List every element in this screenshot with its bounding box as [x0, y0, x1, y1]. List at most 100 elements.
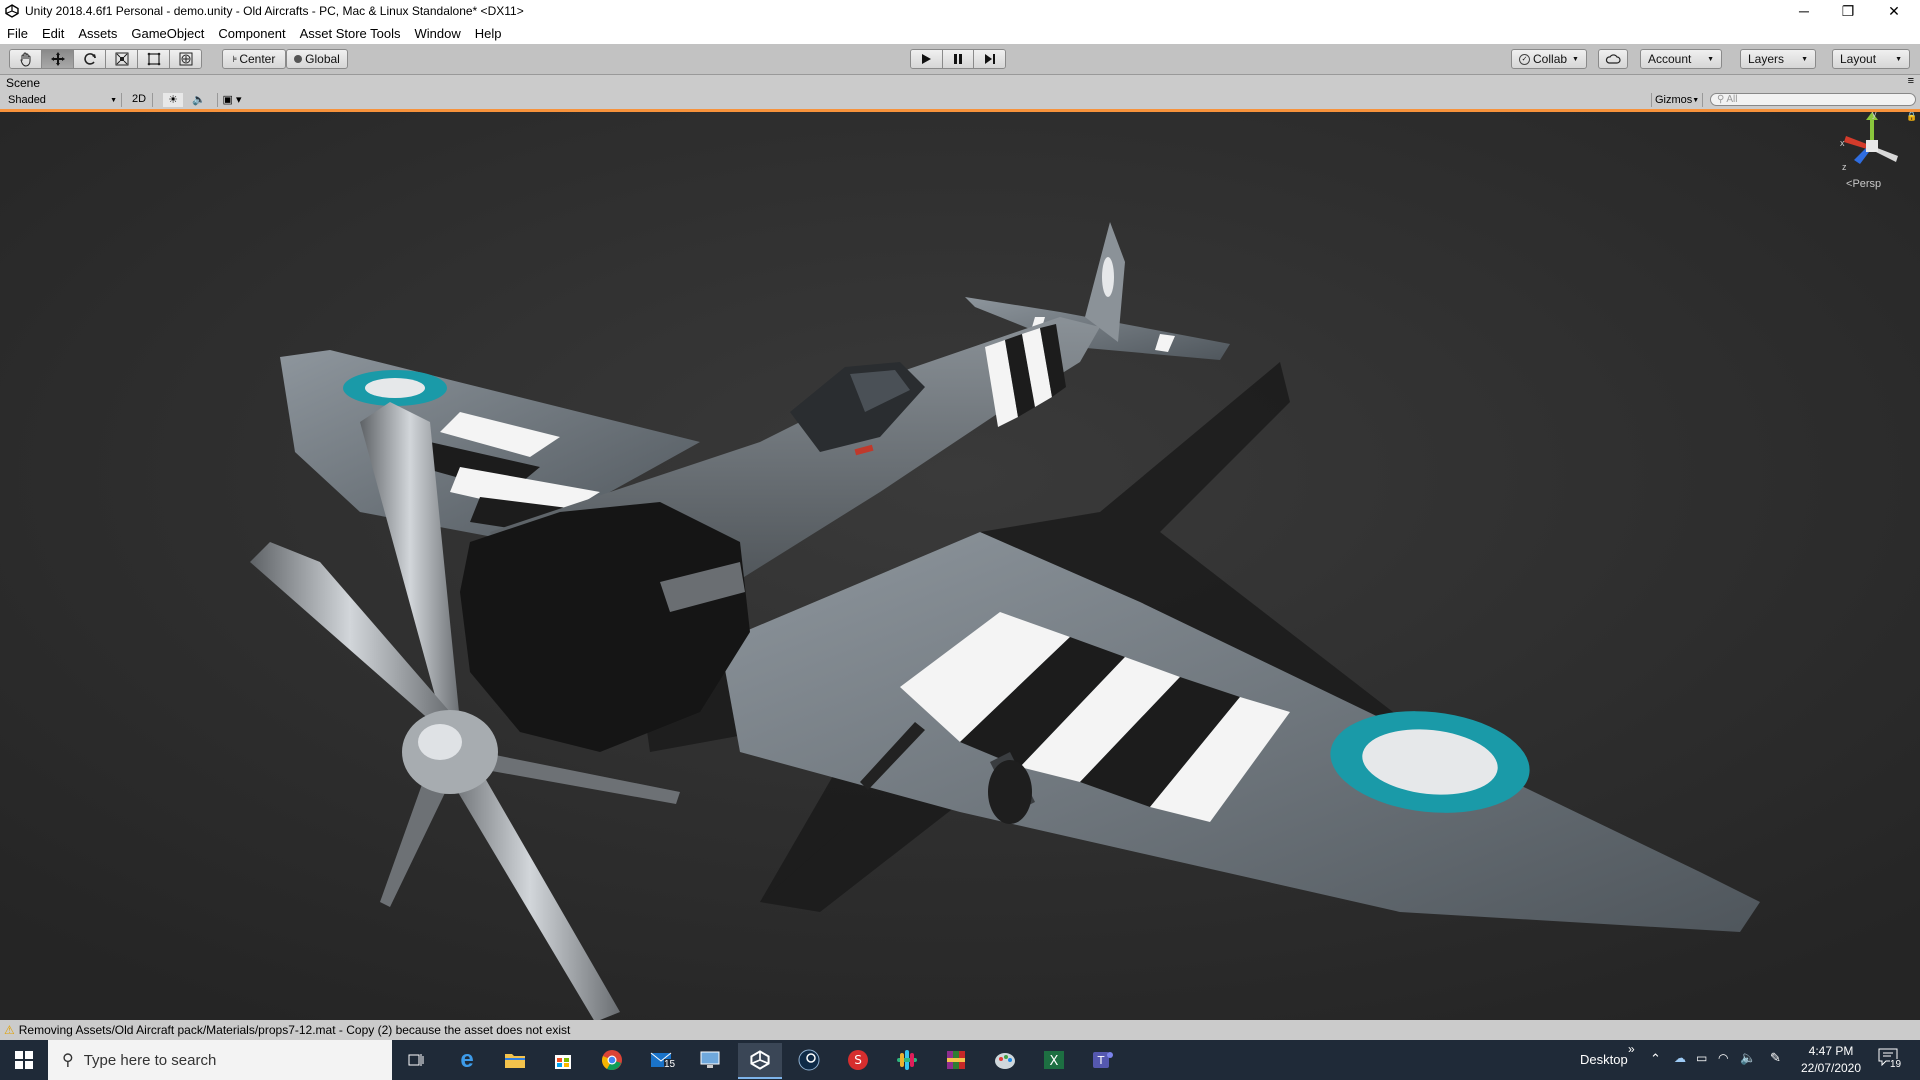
task-view-icon[interactable] — [402, 1045, 432, 1075]
status-bar[interactable]: ⚠ Removing Assets/Old Aircraft pack/Mate… — [0, 1020, 1920, 1040]
2d-toggle-button[interactable]: 2D — [126, 93, 153, 107]
transform-tool-button[interactable] — [170, 50, 201, 68]
pivot-center-label: Center — [239, 52, 276, 66]
dropdown-arrow-icon: ▼ — [110, 96, 117, 104]
gizmos-dropdown[interactable]: Gizmos ▼ — [1651, 93, 1703, 107]
gizmos-label: Gizmos — [1655, 94, 1693, 106]
account-dropdown[interactable]: Account ▼ — [1640, 49, 1722, 69]
svg-text:S: S — [854, 1053, 862, 1067]
pen-workspace-icon[interactable]: ✎ — [1770, 1050, 1781, 1066]
windows-taskbar: ⚲ Type here to search e 15 S X T Desktop… — [0, 1040, 1920, 1080]
pivot-center-button[interactable]: ⊧ Center — [222, 49, 286, 69]
scale-icon — [115, 52, 128, 66]
rect-tool-button[interactable] — [138, 50, 170, 68]
pivot-global-label: Global — [305, 52, 340, 66]
paint-icon[interactable] — [990, 1045, 1020, 1075]
clock-time: 4:47 PM — [1808, 1044, 1854, 1058]
transform-tools — [9, 49, 202, 69]
microsoft-store-icon[interactable] — [548, 1045, 578, 1075]
lighting-toggle-icon[interactable]: ☀ — [163, 93, 183, 107]
steam-icon[interactable] — [794, 1045, 824, 1075]
dropdown-arrow-icon: ▼ — [1801, 55, 1808, 63]
remote-desktop-icon[interactable] — [695, 1045, 725, 1075]
edge-browser-icon[interactable]: e — [452, 1045, 482, 1075]
menu-bar: File Edit Assets GameObject Component As… — [0, 22, 1920, 44]
lock-icon[interactable]: 🔒 — [1906, 112, 1917, 122]
winrar-icon[interactable] — [941, 1045, 971, 1075]
mail-icon[interactable]: 15 — [646, 1045, 676, 1075]
scene-search-field[interactable]: ⚲ All — [1710, 93, 1916, 106]
hand-icon — [19, 52, 30, 67]
scene-viewport[interactable]: y x z 🔒 <Persp — [0, 112, 1920, 1020]
audio-toggle-icon[interactable]: 🔈 — [189, 93, 209, 107]
collab-dropdown[interactable]: ✓ Collab ▼ — [1511, 49, 1587, 69]
dropdown-arrow-icon: ▼ — [1692, 96, 1700, 104]
tab-menu-icon[interactable]: ≡ — [1908, 75, 1914, 87]
main-toolbar: ⊧ Center Global ✓ Collab ▼ Account ▼ Lay… — [0, 44, 1920, 75]
minimize-button[interactable]: ─ — [1782, 0, 1826, 22]
unity-logo-icon — [3, 2, 21, 20]
scene-control-bar: Shaded ▼ 2D ☀ 🔈 ▣ ▾ Gizmos ▼ ⚲ All — [0, 92, 1920, 112]
layout-label: Layout — [1840, 52, 1877, 66]
scene-search-placeholder: All — [1726, 94, 1738, 105]
show-hidden-icons-icon[interactable]: ⌃ — [1650, 1051, 1661, 1067]
layout-dropdown[interactable]: Layout ▼ — [1832, 49, 1910, 69]
move-tool-button[interactable] — [42, 50, 74, 68]
cloud-icon — [1605, 54, 1621, 64]
file-explorer-icon[interactable] — [500, 1045, 530, 1075]
start-button[interactable] — [0, 1040, 48, 1080]
menu-asset-store-tools[interactable]: Asset Store Tools — [293, 26, 408, 41]
menu-gameobject[interactable]: GameObject — [124, 26, 211, 41]
play-button[interactable] — [911, 50, 943, 68]
rect-transform-icon — [147, 52, 160, 66]
pause-button[interactable] — [942, 50, 975, 68]
dropdown-arrow-icon: ▼ — [1572, 55, 1579, 63]
taskbar-clock[interactable]: 4:47 PM 22/07/2020 — [1796, 1043, 1866, 1077]
taskbar-search-box[interactable]: ⚲ Type here to search — [48, 1040, 392, 1080]
close-button[interactable]: ✕ — [1872, 0, 1916, 22]
onedrive-cloud-icon[interactable]: ☁ — [1674, 1051, 1686, 1065]
menu-assets[interactable]: Assets — [71, 26, 124, 41]
layers-label: Layers — [1748, 52, 1785, 66]
wifi-icon[interactable]: ◠ — [1718, 1051, 1728, 1065]
warning-icon: ⚠ — [4, 1023, 15, 1037]
effects-dropdown-icon[interactable]: ▣ ▾ — [217, 93, 246, 107]
projection-toggle[interactable]: <Persp — [1846, 178, 1881, 190]
gizmo-x-label: x — [1840, 138, 1845, 148]
layers-dropdown[interactable]: Layers ▼ — [1740, 49, 1816, 69]
battery-icon[interactable]: ▭ — [1696, 1051, 1707, 1065]
teams-icon[interactable]: T — [1088, 1045, 1118, 1075]
menu-window[interactable]: Window — [408, 26, 468, 41]
menu-edit[interactable]: Edit — [35, 26, 71, 41]
menu-file[interactable]: File — [0, 26, 35, 41]
shading-mode-dropdown[interactable]: Shaded ▼ — [4, 93, 122, 107]
restore-button[interactable]: ❐ — [1826, 0, 1870, 22]
mail-badge: 15 — [664, 1059, 676, 1070]
chrome-icon[interactable] — [597, 1045, 627, 1075]
volume-icon[interactable]: 🔈 — [1740, 1050, 1756, 1066]
orientation-gizmo[interactable]: y x z 🔒 <Persp — [1832, 112, 1920, 202]
menu-help[interactable]: Help — [468, 26, 509, 41]
excel-icon[interactable]: X — [1039, 1045, 1069, 1075]
step-button[interactable] — [974, 50, 1005, 68]
menu-component[interactable]: Component — [211, 26, 292, 41]
hand-tool-button[interactable] — [10, 50, 42, 68]
collab-label: Collab — [1533, 52, 1568, 66]
unity-taskbar-icon[interactable] — [738, 1043, 782, 1079]
action-center-button[interactable]: 19 — [1878, 1048, 1908, 1072]
pivot-icon: ⊧ — [232, 53, 238, 64]
toolbar-expand-icon[interactable]: » — [1628, 1042, 1635, 1056]
slack-icon[interactable] — [892, 1045, 922, 1075]
scene-tab[interactable]: Scene — [6, 76, 40, 90]
play-icon — [922, 54, 932, 64]
cloud-button[interactable] — [1598, 49, 1628, 69]
projection-label: Persp — [1852, 178, 1882, 190]
scale-tool-button[interactable] — [106, 50, 138, 68]
rotate-tool-button[interactable] — [74, 50, 106, 68]
window-title: Unity 2018.4.6f1 Personal - demo.unity -… — [25, 4, 524, 18]
taskbar-search-placeholder: Type here to search — [83, 1051, 217, 1069]
pivot-global-button[interactable]: Global — [286, 49, 348, 69]
dropdown-arrow-icon: ▼ — [1895, 55, 1902, 63]
desktop-toolbar-label[interactable]: Desktop — [1580, 1052, 1628, 1067]
substance-icon[interactable]: S — [843, 1045, 873, 1075]
